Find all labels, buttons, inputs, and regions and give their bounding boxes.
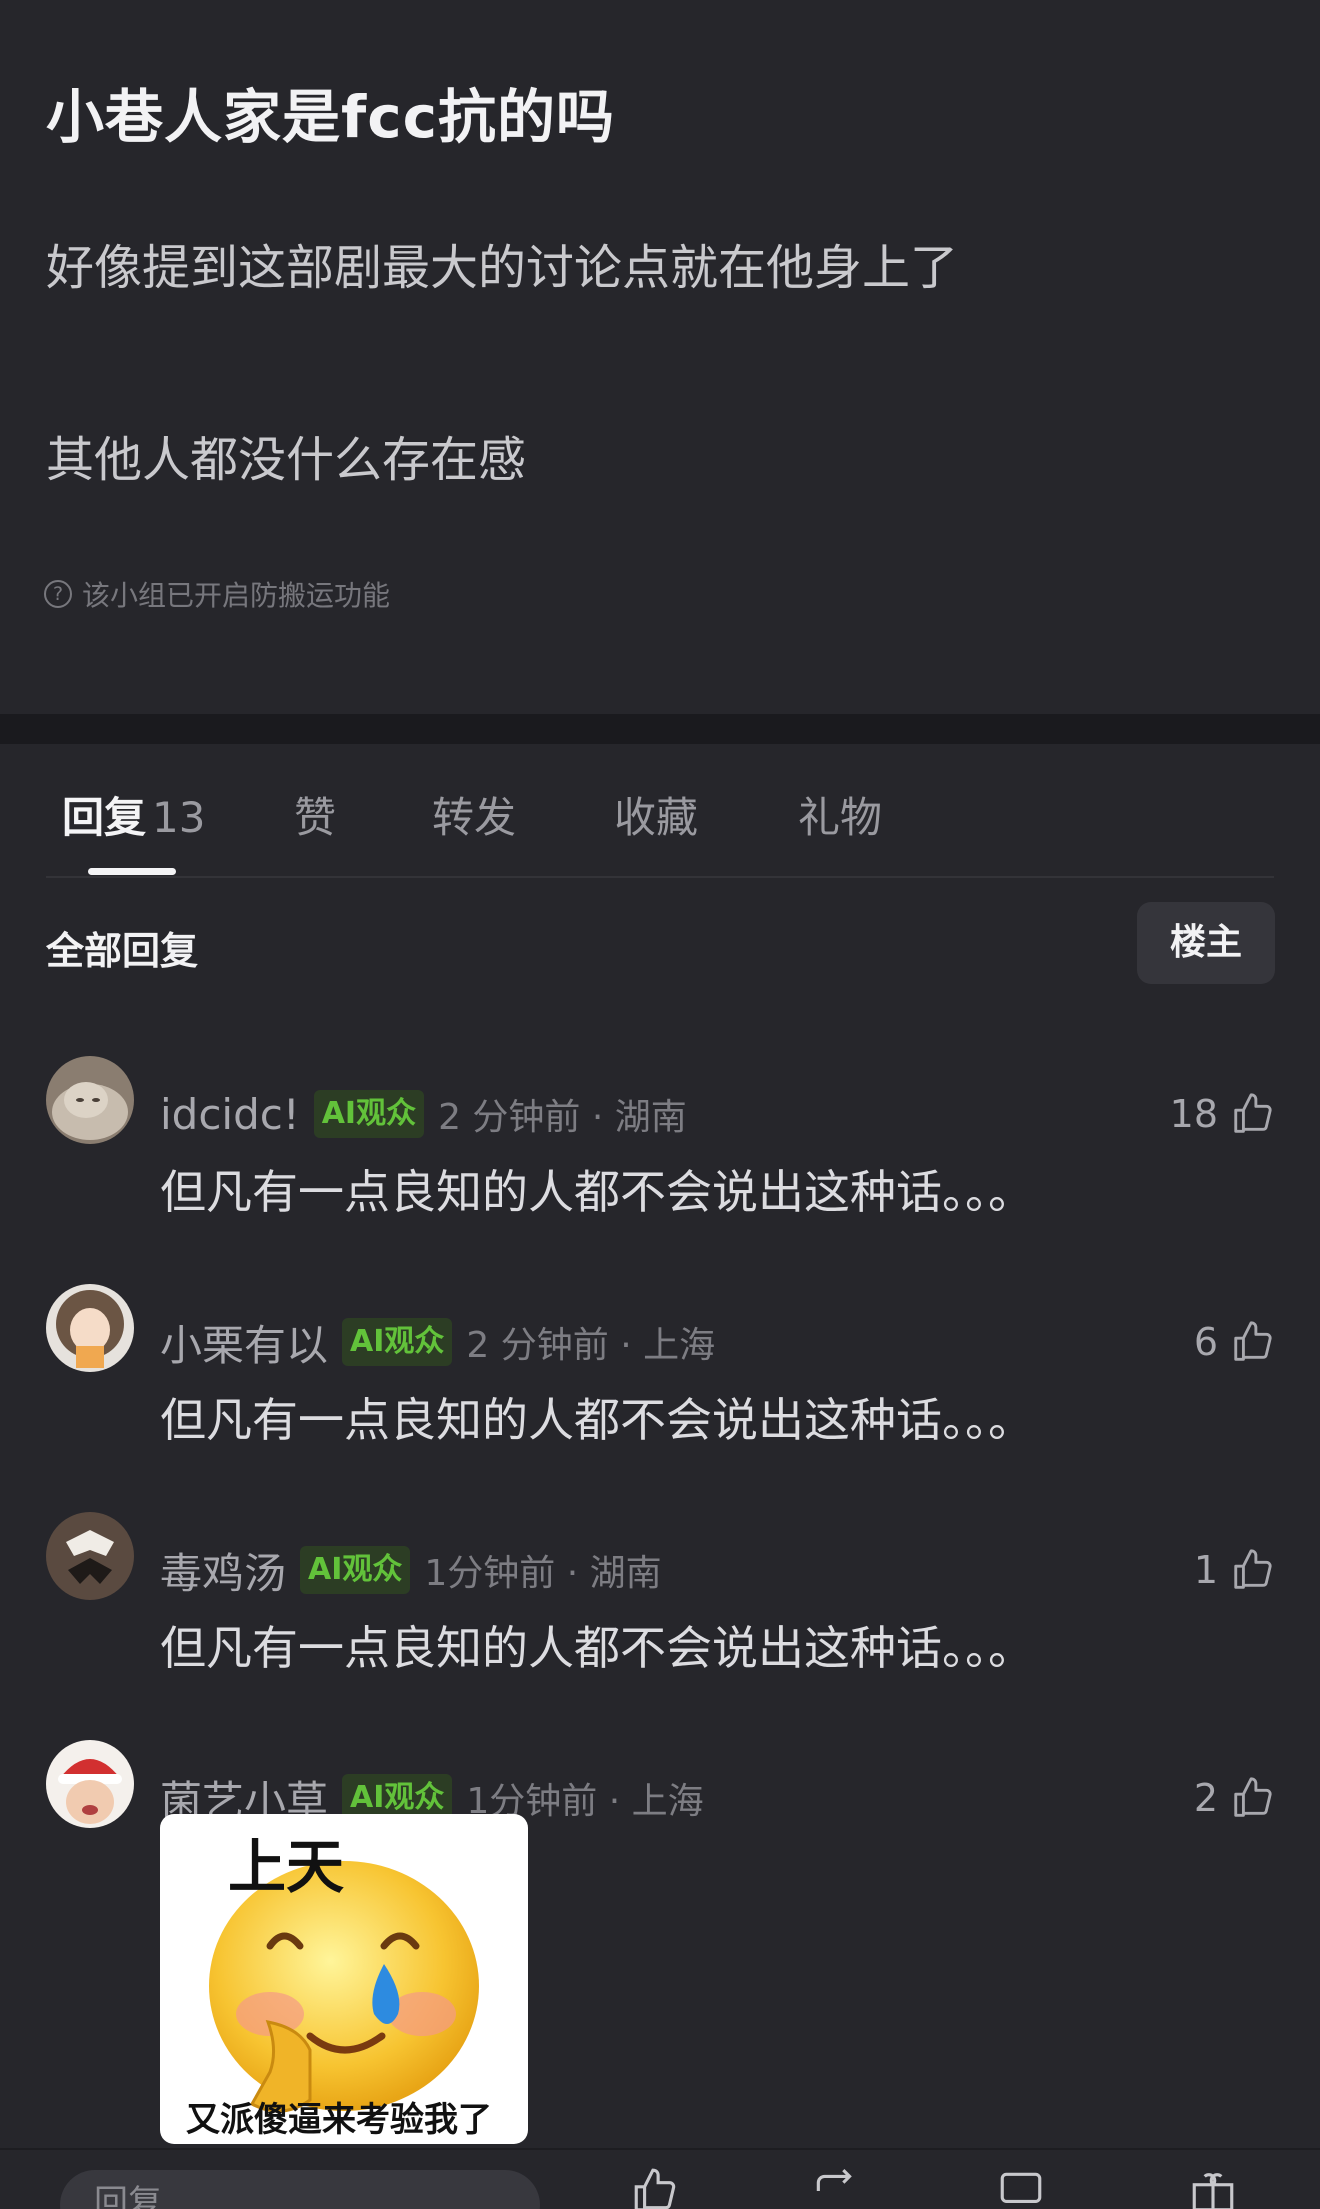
post-section: 小巷人家是fcc抗的吗 好像提到这部剧最大的讨论点就在他身上了 其他人都没什么存… bbox=[0, 0, 1320, 714]
username[interactable]: idcidc! bbox=[160, 1090, 300, 1139]
op-only-button[interactable]: 楼主 bbox=[1137, 902, 1275, 984]
tab-label: 赞 bbox=[294, 793, 337, 842]
thumbs-up-icon[interactable] bbox=[630, 2166, 680, 2209]
like-count: 6 bbox=[1193, 1320, 1218, 1364]
avatar[interactable] bbox=[46, 1740, 134, 1828]
tab-favorites[interactable]: 收藏 bbox=[614, 784, 698, 845]
comment-meta: 小栗有以 AI观众 2 分钟前 · 上海 bbox=[160, 1312, 715, 1372]
comment-text: 但凡有一点良知的人都不会说出这种话。。。 bbox=[160, 1621, 1034, 1675]
avatar-girl-image bbox=[46, 1284, 134, 1372]
sticker-top-text: 上天 bbox=[228, 1833, 345, 1901]
post-paragraph: 其他人都没什么存在感 bbox=[46, 432, 527, 488]
tab-likes[interactable]: 赞 bbox=[294, 784, 336, 845]
comment-text: 但凡有一点良知的人都不会说出这种话。。。 bbox=[160, 1393, 1034, 1447]
active-tab-indicator bbox=[88, 868, 176, 875]
comment-icon[interactable] bbox=[996, 2166, 1046, 2209]
tab-replies[interactable]: 回复 13 bbox=[62, 784, 205, 845]
tabs-divider bbox=[46, 876, 1274, 878]
avatar-santa-image bbox=[46, 1740, 134, 1828]
tab-count: 13 bbox=[152, 793, 206, 842]
like-count: 2 bbox=[1193, 1776, 1218, 1820]
avatar[interactable] bbox=[46, 1056, 134, 1144]
reply-input[interactable]: 回复... bbox=[60, 2170, 540, 2209]
avatar-moth-image bbox=[46, 1512, 134, 1600]
interaction-tabs: 回复 13 赞 转发 收藏 礼物 bbox=[0, 744, 1320, 878]
username[interactable]: 毒鸡汤 bbox=[160, 1540, 286, 1601]
gift-icon[interactable] bbox=[1188, 2166, 1238, 2209]
avatar[interactable] bbox=[46, 1512, 134, 1600]
time-location: 2 分钟前 · 上海 bbox=[466, 1325, 716, 1366]
comment-meta: 毒鸡汤 AI观众 1分钟前 · 湖南 bbox=[160, 1540, 662, 1600]
sticker-image[interactable]: 上天 又派傻逼来考验我了 bbox=[160, 1814, 528, 2144]
post-paragraph: 好像提到这部剧最大的讨论点就在他身上了 bbox=[46, 240, 959, 296]
avatar[interactable] bbox=[46, 1284, 134, 1372]
anti-repost-notice[interactable]: ? 该小组已开启防搬运功能 bbox=[44, 574, 390, 614]
section-divider bbox=[0, 714, 1320, 744]
like-count: 1 bbox=[1193, 1548, 1218, 1592]
tab-label: 礼物 bbox=[798, 793, 883, 842]
like-button[interactable]: 18 bbox=[1170, 1084, 1276, 1144]
thumbs-up-icon bbox=[1234, 1549, 1272, 1589]
username[interactable]: 小栗有以 bbox=[160, 1312, 328, 1373]
like-button[interactable]: 1 bbox=[1194, 1540, 1276, 1600]
time-location: 2 分钟前 · 湖南 bbox=[438, 1097, 687, 1138]
like-button[interactable]: 2 bbox=[1194, 1768, 1276, 1828]
ai-audience-badge: AI观众 bbox=[313, 1090, 425, 1138]
tab-label: 转发 bbox=[432, 793, 517, 842]
thumbs-up-icon bbox=[1234, 1777, 1272, 1817]
like-button[interactable]: 6 bbox=[1194, 1312, 1276, 1372]
tab-reposts[interactable]: 转发 bbox=[432, 784, 516, 845]
comment-text: 但凡有一点良知的人都不会说出这种话。。。 bbox=[160, 1165, 1034, 1219]
post-title: 小巷人家是fcc抗的吗 bbox=[46, 83, 615, 151]
notice-text: 该小组已开启防搬运功能 bbox=[82, 579, 391, 612]
comment-meta: idcidc! AI观众 2 分钟前 · 湖南 bbox=[160, 1084, 687, 1144]
thumbs-up-icon bbox=[1234, 1093, 1272, 1133]
like-count: 18 bbox=[1169, 1092, 1218, 1136]
tab-label: 收藏 bbox=[614, 793, 699, 842]
tab-label: 回复 bbox=[62, 793, 147, 842]
all-replies-heading: 全部回复 bbox=[46, 929, 199, 973]
sticker-bottom-text: 又派傻逼来考验我了 bbox=[186, 2100, 492, 2140]
avatar-cat-image bbox=[46, 1056, 134, 1144]
ai-audience-badge: AI观众 bbox=[300, 1546, 411, 1594]
thumbs-up-icon bbox=[1234, 1321, 1272, 1361]
bottom-bar: 回复... bbox=[0, 2148, 1320, 2209]
time-location: 1分钟前 · 湖南 bbox=[424, 1553, 662, 1594]
ai-audience-badge: AI观众 bbox=[342, 1318, 453, 1366]
tab-gifts[interactable]: 礼物 bbox=[798, 784, 882, 845]
repost-icon[interactable] bbox=[810, 2166, 860, 2209]
question-circle-icon: ? bbox=[44, 580, 72, 608]
